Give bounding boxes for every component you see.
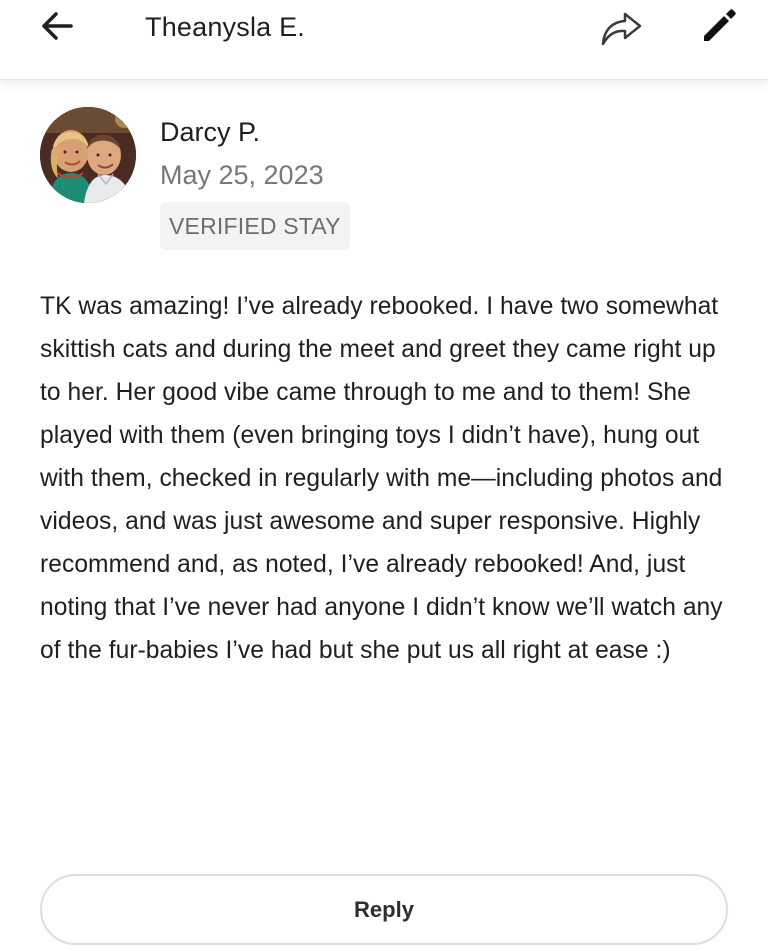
edit-pencil-icon xyxy=(704,9,736,41)
review-body: TK was amazing! I’ve already rebooked. I… xyxy=(40,293,723,664)
review-date: May 25, 2023 xyxy=(160,160,324,190)
top-app-bar: Theanysla E. xyxy=(0,0,768,80)
verified-stay-badge: VERIFIED STAY xyxy=(160,202,350,250)
back-button[interactable] xyxy=(33,2,81,50)
back-arrow-icon xyxy=(42,12,73,40)
reviewee-name: Theanysla E. xyxy=(145,12,305,42)
reviewer-name: Darcy P. xyxy=(160,117,261,147)
reviewer-avatar xyxy=(40,107,136,203)
share-icon xyxy=(601,12,642,46)
review-card: Darcy P. May 25, 2023 VERIFIED STAY TK w… xyxy=(0,80,768,951)
edit-review-button[interactable] xyxy=(695,1,743,49)
share-button[interactable] xyxy=(598,3,646,51)
reply-button[interactable]: Reply xyxy=(40,874,728,945)
reviewer-photo-icon xyxy=(40,107,136,203)
